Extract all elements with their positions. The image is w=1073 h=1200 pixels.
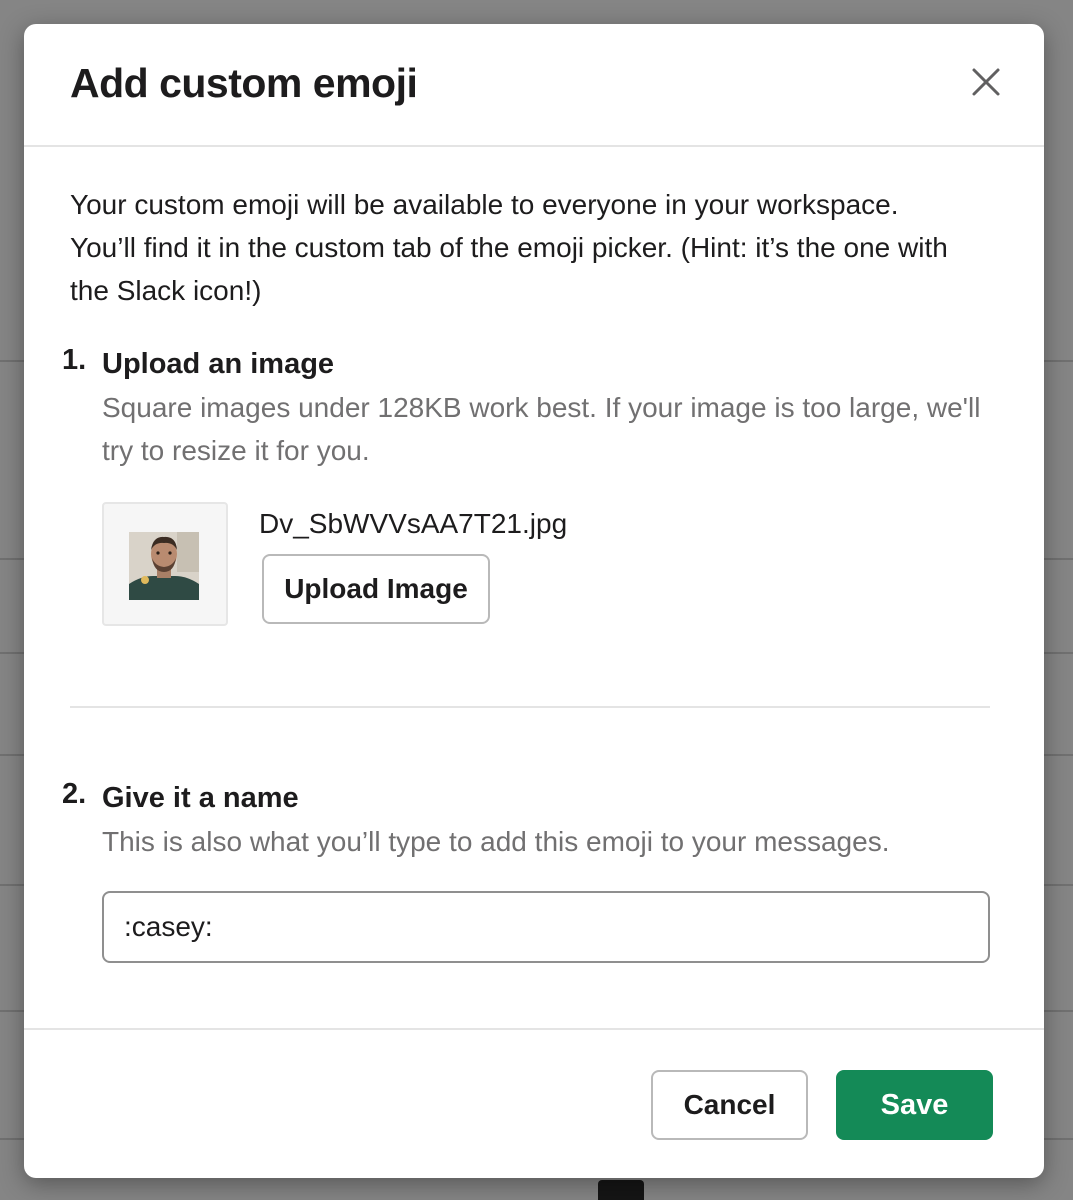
add-emoji-dialog: Add custom emoji Your custom emoji will … [24, 24, 1044, 1178]
step-description: Square images under 128KB work best. If … [102, 392, 981, 466]
section-divider [70, 706, 990, 708]
emoji-name-input[interactable] [102, 891, 990, 963]
file-name: Dv_SbWVVsAA7T21.jpg [259, 508, 568, 539]
save-button[interactable]: Save [836, 1070, 993, 1140]
intro-text: Your custom emoji will be available to e… [70, 189, 948, 306]
dialog-footer: Cancel Save [24, 1028, 1044, 1178]
step-number: 1. [62, 344, 87, 376]
dialog-body: Your custom emoji will be available to e… [24, 183, 1044, 963]
close-icon [972, 68, 1000, 96]
step-number: 2. [62, 778, 87, 810]
step-title: Give it a name [102, 782, 299, 814]
step-description: This is also what you’ll type to add thi… [102, 826, 890, 857]
preview-photo [129, 532, 199, 600]
dialog-title: Add custom emoji [70, 60, 418, 106]
cancel-button[interactable]: Cancel [651, 1070, 808, 1140]
step-title: Upload an image [102, 348, 335, 380]
image-preview [102, 502, 228, 626]
upload-image-button[interactable]: Upload Image [262, 554, 490, 624]
emoji-name-section: 2. Give it a name This is also what you’… [62, 778, 998, 963]
close-button[interactable] [968, 64, 1004, 100]
upload-image-section: 1. Upload an image Square images under 1… [62, 344, 998, 642]
upload-row: Dv_SbWVVsAA7T21.jpg Upload Image [102, 502, 998, 642]
dialog-header: Add custom emoji [24, 24, 1044, 147]
